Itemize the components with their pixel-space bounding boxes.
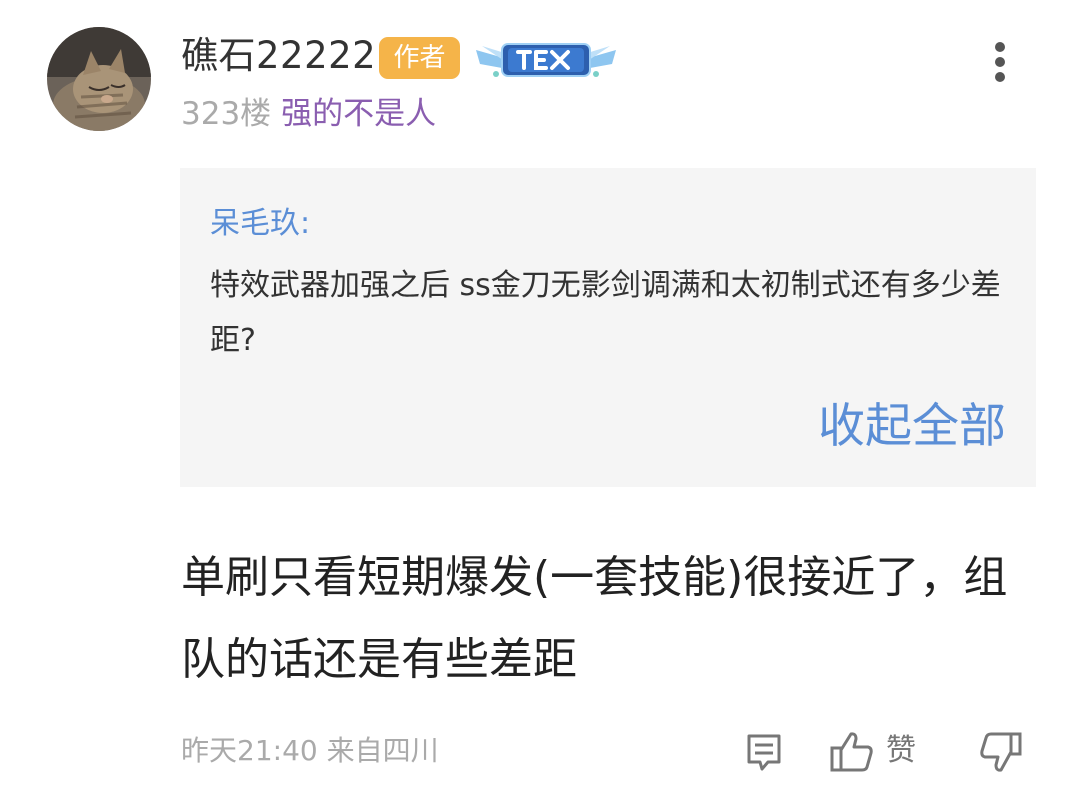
comment-icon[interactable] bbox=[744, 730, 784, 774]
author-badge: 作者 bbox=[379, 37, 460, 79]
quoted-comment: 呆毛玖: 特效武器加强之后 ss金刀无影剑调满和太初制式还有多少差距? 收起全部 bbox=[180, 168, 1036, 487]
dislike-button[interactable] bbox=[979, 730, 1023, 774]
post-meta: 323楼 强的不是人 bbox=[181, 93, 436, 135]
comment-card: 礁石22222 作者 323楼 强的不是人 呆毛玖: 特效武器加强之后 ss金刀无… bbox=[0, 0, 1080, 803]
thumbs-down-icon bbox=[980, 732, 1022, 772]
like-button[interactable] bbox=[829, 730, 875, 774]
thumbs-up-icon bbox=[830, 732, 873, 772]
more-options-button[interactable] bbox=[985, 40, 1015, 84]
collapse-all-link[interactable]: 收起全部 bbox=[818, 396, 1006, 458]
avatar[interactable] bbox=[47, 27, 151, 131]
username[interactable]: 礁石22222 bbox=[181, 32, 376, 80]
timestamp-location: 昨天21:40 来自四川 bbox=[181, 734, 439, 767]
floor-number: 323楼 bbox=[181, 96, 272, 132]
reply-text: 单刷只看短期爆发(一套技能)很接近了，组队的话还是有些差距 bbox=[181, 552, 1008, 685]
quote-author[interactable]: 呆毛玖: bbox=[210, 204, 310, 244]
level-badge-icon bbox=[472, 34, 620, 86]
more-vertical-icon bbox=[995, 42, 1005, 52]
quote-text: 特效武器加强之后 ss金刀无影剑调满和太初制式还有多少差距? bbox=[210, 268, 1001, 358]
like-label[interactable]: 赞 bbox=[886, 731, 916, 771]
user-tail-title: 强的不是人 bbox=[281, 96, 437, 132]
